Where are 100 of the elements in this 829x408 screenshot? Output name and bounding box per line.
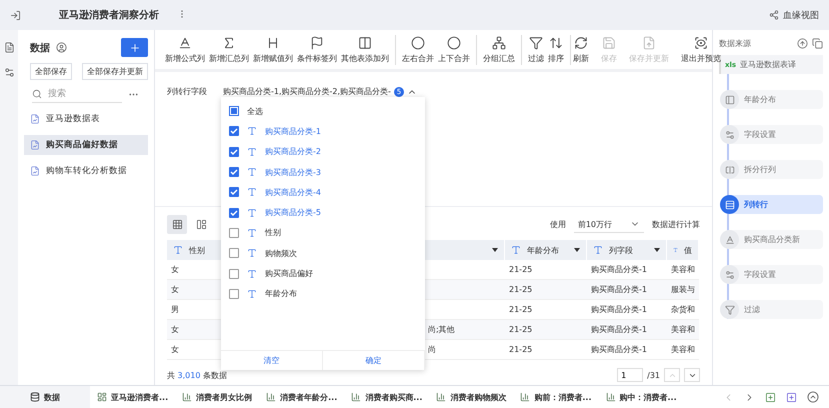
field-option[interactable]: 购买商品分类-5 (221, 202, 425, 223)
column-header[interactable]: 年龄分布 (505, 240, 587, 260)
text-type-icon (173, 245, 183, 255)
add-dashboard-icon (786, 392, 797, 402)
text-type-icon (247, 187, 257, 198)
grid-icon (172, 219, 182, 230)
upload-icon (797, 38, 808, 49)
chart-file-icon (30, 140, 40, 150)
checkbox[interactable] (229, 167, 239, 178)
text-type-icon (247, 248, 257, 258)
sheet-tab[interactable]: 数据 (0, 386, 90, 408)
toolbar-button[interactable]: 刷新 (571, 36, 591, 64)
checkbox[interactable] (229, 146, 239, 157)
toolbar-button[interactable]: 分组汇总 (481, 36, 517, 64)
text-type-icon (247, 167, 257, 178)
field-option[interactable]: 购买商品分类-2 (221, 142, 425, 162)
filter-icon (529, 36, 543, 50)
checkbox[interactable] (229, 126, 239, 136)
checkbox[interactable] (229, 248, 239, 258)
chart-icon (436, 392, 446, 402)
field-option[interactable]: 购买商品分类-4 (221, 182, 425, 202)
lineage-icon (769, 10, 779, 20)
checkbox[interactable] (229, 106, 239, 116)
chart-icon (266, 392, 276, 402)
toolbar-button[interactable]: 新增汇总列 (207, 36, 251, 64)
field-settings-icon (720, 125, 739, 144)
save-button[interactable]: 全部保存并更新 (82, 63, 148, 80)
add-column-icon (358, 36, 372, 50)
field-option[interactable]: 购买商品分类-1 (221, 121, 425, 142)
search-icon (32, 89, 42, 99)
checkbox[interactable] (229, 268, 239, 279)
sort-caret-icon[interactable] (574, 248, 580, 252)
chart-icon (606, 392, 616, 402)
checkbox[interactable] (229, 288, 239, 299)
field-option[interactable]: 购买商品分类-3 (221, 162, 425, 182)
save-button[interactable]: 全部保存 (30, 63, 72, 80)
text-type-icon (247, 146, 257, 157)
field-settings-icon (720, 265, 739, 284)
database-icon (30, 392, 40, 402)
toolbar-button[interactable]: 新增公式列 (163, 36, 207, 64)
grid-view-button[interactable] (167, 215, 187, 234)
toolbar-button[interactable]: 排序 (546, 36, 566, 64)
split-icon (720, 160, 739, 179)
chart-file-icon (30, 114, 40, 124)
sum-icon (222, 36, 236, 50)
search-field[interactable]: 搜索 (46, 88, 106, 100)
step-item[interactable]: 列转行 (720, 195, 823, 214)
flag-icon (310, 36, 324, 50)
sidebar-item[interactable]: 购物车转化分析数据 (24, 161, 148, 181)
step-item[interactable]: 拆分行列 (720, 160, 823, 179)
add-button[interactable] (121, 38, 148, 57)
popup-button[interactable]: 清空 (221, 351, 323, 370)
checkbox[interactable] (229, 228, 239, 238)
sort-caret-icon[interactable] (492, 248, 498, 252)
text-type-icon (247, 288, 257, 299)
preview-eye-icon (694, 36, 708, 50)
save-upload-icon (642, 36, 656, 50)
sort-caret-icon[interactable] (654, 248, 660, 252)
sidebar-item[interactable]: 购买商品偏好数据 (24, 135, 148, 155)
text-type-icon (247, 228, 257, 238)
select-all-option[interactable]: 全选 (221, 101, 425, 122)
step-item[interactable]: 字段设置 (720, 125, 823, 144)
use-label: 使用 (550, 219, 566, 230)
page-down-button[interactable] (684, 368, 700, 382)
page-input[interactable]: 1 (617, 368, 644, 382)
document-icon (4, 42, 14, 53)
text-type-icon (593, 245, 603, 255)
calc-label: 数据进行计算 (652, 219, 700, 230)
chart-file-icon (30, 166, 40, 176)
total-count: 共 3,010 条数据 (167, 370, 227, 380)
step-item[interactable]: 过滤 (720, 300, 823, 319)
table-cell: 21-25 (505, 280, 587, 300)
exit-icon (10, 10, 21, 20)
rows-select[interactable]: 前10万行 (574, 216, 644, 232)
layout-icon (196, 219, 206, 230)
lineage-view-link[interactable]: 血缘视图 (769, 8, 819, 22)
table-cell: 购买商品分类-1 (587, 320, 667, 340)
table-cell: 购买商品分类-1 (587, 280, 667, 300)
panel-title: 数据来源 (719, 38, 751, 49)
add-sheet-icon (765, 392, 776, 402)
chart-icon (351, 392, 362, 402)
toolbar-button[interactable]: 上下合并 (436, 36, 472, 64)
toolbar-button[interactable]: 新增赋值列 (251, 36, 295, 64)
toolbar-button[interactable]: 条件标签列 (295, 36, 339, 64)
sliders-icon (4, 67, 14, 78)
toolbar-button[interactable]: 左右合并 (400, 36, 436, 64)
toolbar-button[interactable]: 其他表添加列 (339, 36, 391, 64)
checkbox[interactable] (229, 187, 239, 198)
checkbox[interactable] (229, 208, 239, 218)
step-item[interactable]: 字段设置 (720, 265, 823, 284)
popup-button[interactable]: 确定 (323, 351, 425, 370)
column-header[interactable]: 值 (667, 240, 699, 260)
step-item[interactable]: 年龄分布 (720, 90, 823, 109)
toolbar-button[interactable]: 过滤 (526, 36, 546, 64)
collapse-icon (807, 391, 819, 403)
plus-icon (128, 42, 140, 54)
column-header[interactable]: 列字段 (587, 240, 667, 260)
sidebar-item[interactable]: 亚马逊数据表 (24, 109, 148, 129)
field-option[interactable]: 性别 (221, 222, 425, 244)
step-item[interactable]: 购买商品分类新 (720, 230, 823, 249)
